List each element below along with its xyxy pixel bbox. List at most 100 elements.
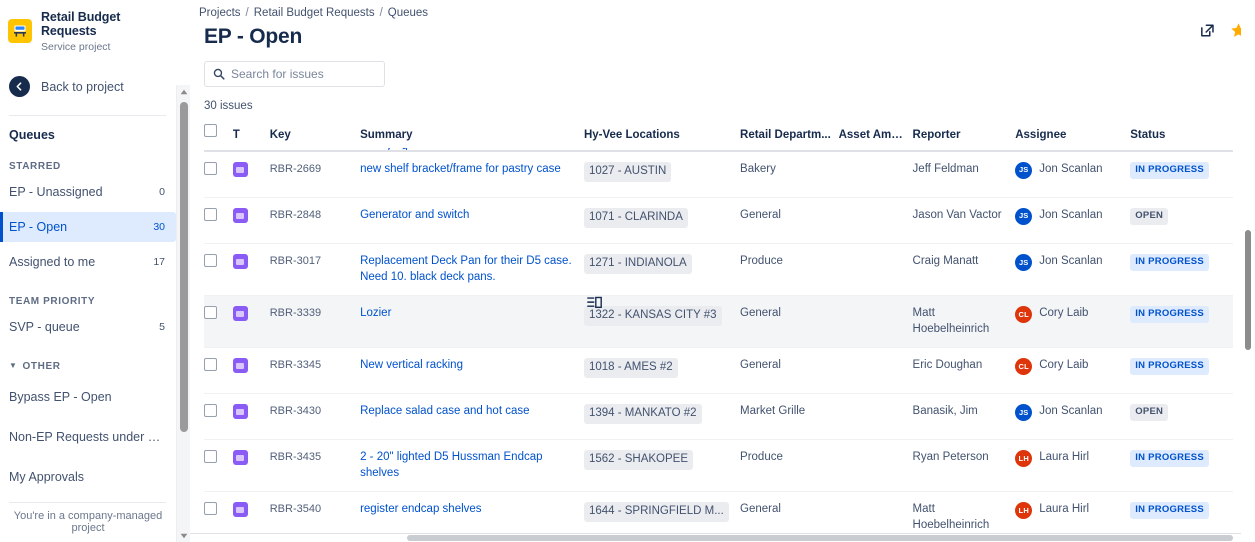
project-header[interactable]: Retail Budget Requests Service project bbox=[0, 0, 176, 53]
row-summary-cell: Replacement Deck Pan for their D5 case. … bbox=[360, 244, 584, 296]
location-pill: 1562 - SHAKOPEE bbox=[584, 450, 693, 470]
sidebar-item-svp-queue[interactable]: SVP - queue 5 bbox=[0, 312, 176, 342]
issue-key[interactable]: RBR-2669 bbox=[270, 163, 321, 175]
issue-summary-link[interactable]: Lozier bbox=[360, 306, 578, 322]
project-meta: Retail Budget Requests Service project bbox=[41, 10, 176, 53]
breadcrumb-projects[interactable]: Projects bbox=[199, 7, 241, 19]
row-type-cell bbox=[233, 394, 270, 440]
row-summary-cell: Replace salad case and hot case bbox=[360, 394, 584, 440]
jira-queue-page: Retail Budget Requests Service project B… bbox=[0, 0, 1255, 542]
issue-summary-link[interactable]: new shelf bracket/frame for pastry case bbox=[360, 162, 578, 178]
vertical-scrollbar[interactable] bbox=[1241, 0, 1255, 542]
status-badge: OPEN bbox=[1130, 208, 1168, 225]
row-checkbox[interactable] bbox=[204, 502, 217, 515]
row-checkbox[interactable] bbox=[204, 358, 217, 371]
row-checkbox[interactable] bbox=[204, 208, 217, 221]
row-reporter-cell: Banasik, Jim bbox=[913, 394, 1016, 440]
column-header-locations[interactable]: Hy-Vee Locations bbox=[584, 124, 740, 151]
sidebar-item-label: EP - Open bbox=[9, 220, 67, 234]
column-header-assignee[interactable]: Assignee bbox=[1015, 124, 1130, 151]
issue-type-icon bbox=[233, 306, 248, 321]
column-header-department[interactable]: Retail Departm... bbox=[740, 124, 839, 151]
row-assignee-cell: JSJon Scanlan bbox=[1015, 244, 1130, 296]
avatar: CL bbox=[1015, 306, 1032, 323]
row-asset-amount-cell bbox=[839, 348, 913, 394]
row-department-cell: Market Grille bbox=[740, 394, 839, 440]
issue-key[interactable]: RBR-3339 bbox=[270, 307, 321, 319]
column-header-reporter[interactable]: Reporter bbox=[913, 124, 1016, 151]
column-header-status[interactable]: Status bbox=[1130, 124, 1233, 151]
row-status-cell: IN PROGRESS bbox=[1130, 244, 1233, 296]
detail-view-toggle-icon[interactable] bbox=[587, 296, 602, 309]
issue-key[interactable]: RBR-3435 bbox=[270, 451, 321, 463]
table-row[interactable]: RBR-2848Generator and switch1071 - CLARI… bbox=[204, 198, 1233, 244]
location-pill: 1271 - INDIANOLA bbox=[584, 254, 692, 274]
main-content: Projects / Retail Budget Requests / Queu… bbox=[190, 0, 1255, 542]
row-summary-cell: new shelf bracket/frame for pastry case bbox=[360, 151, 584, 198]
assignee-name: Cory Laib bbox=[1039, 358, 1088, 374]
table-row[interactable]: RBR-3430Replace salad case and hot case1… bbox=[204, 394, 1233, 440]
sidebar-scrollbar[interactable] bbox=[176, 85, 190, 542]
row-reporter-cell: Ryan Peterson bbox=[913, 440, 1016, 492]
sidebar-item-label: Bypass EP - Open bbox=[9, 390, 112, 404]
column-header-type[interactable]: T bbox=[233, 124, 270, 151]
table-row[interactable]: RBR-3339Lozier1322 - KANSAS CITY #3Gener… bbox=[204, 296, 1233, 348]
back-to-project-button[interactable]: Back to project bbox=[0, 72, 176, 102]
sidebar-scrollbar-thumb[interactable] bbox=[180, 102, 188, 432]
row-status-cell: IN PROGRESS bbox=[1130, 151, 1233, 198]
row-checkbox[interactable] bbox=[204, 162, 217, 175]
assignee-name: Jon Scanlan bbox=[1039, 404, 1102, 420]
open-in-new-tab-icon[interactable] bbox=[1199, 22, 1216, 39]
search-input[interactable]: Search for issues bbox=[204, 61, 385, 87]
breadcrumb-queues[interactable]: Queues bbox=[388, 7, 428, 19]
sidebar-item-my-approvals[interactable]: My Approvals bbox=[0, 462, 176, 492]
issue-summary-link[interactable]: register endcap shelves bbox=[360, 502, 578, 518]
table-bottom-rule bbox=[190, 533, 1241, 534]
avatar: JS bbox=[1015, 404, 1032, 421]
sidebar-item-ep-open[interactable]: EP - Open 30 bbox=[0, 212, 176, 242]
sidebar-item-label: SVP - queue bbox=[9, 320, 80, 334]
issue-summary-link[interactable]: Replacement Deck Pan for their D5 case. … bbox=[360, 254, 578, 285]
issue-summary-link[interactable]: Generator and switch bbox=[360, 208, 578, 224]
row-assignee-cell: JSJon Scanlan bbox=[1015, 151, 1130, 198]
issue-summary-link[interactable]: 2 - 20" lighted D5 Hussman Endcap shelve… bbox=[360, 450, 578, 481]
select-all-checkbox[interactable] bbox=[204, 124, 217, 137]
row-type-cell bbox=[233, 151, 270, 198]
issue-key[interactable]: RBR-3017 bbox=[270, 255, 321, 267]
horizontal-scrollbar-thumb[interactable] bbox=[407, 535, 1233, 541]
column-header-asset-amount[interactable]: Asset Amo... bbox=[839, 124, 913, 151]
column-header-key[interactable]: Key bbox=[270, 124, 360, 151]
sidebar-item-non-ep-requests[interactable]: Non-EP Requests under $10... bbox=[0, 422, 176, 452]
horizontal-scrollbar[interactable] bbox=[407, 535, 1233, 542]
table-row[interactable]: RBR-2669 new shelf bracket/frame for past… bbox=[204, 151, 1233, 198]
status-badge: OPEN bbox=[1130, 404, 1168, 421]
issue-summary-link[interactable]: Replace salad case and hot case bbox=[360, 404, 578, 420]
table-row[interactable]: RBR-3345New vertical racking1018 - AMES … bbox=[204, 348, 1233, 394]
issue-key[interactable]: RBR-3430 bbox=[270, 405, 321, 417]
issue-key[interactable]: RBR-3345 bbox=[270, 359, 321, 371]
table-row[interactable]: RBR-3435 2 - 20" lighted D5 Hussman Endca… bbox=[204, 440, 1233, 492]
table-row[interactable]: RBR-3017 Replacement Deck Pan for their D… bbox=[204, 244, 1233, 296]
row-checkbox[interactable] bbox=[204, 450, 217, 463]
row-reporter-cell: Craig Manatt bbox=[913, 244, 1016, 296]
issue-key[interactable]: RBR-3540 bbox=[270, 503, 321, 515]
back-arrow-icon bbox=[9, 76, 30, 97]
breadcrumb: Projects / Retail Budget Requests / Queu… bbox=[190, 0, 1255, 19]
scroll-down-arrow-icon[interactable] bbox=[177, 529, 191, 542]
sidebar-item-ep-unassigned[interactable]: EP - Unassigned 0 bbox=[0, 177, 176, 207]
column-header-summary[interactable]: Summary bbox=[360, 124, 584, 151]
row-checkbox[interactable] bbox=[204, 254, 217, 267]
issue-summary-link[interactable]: New vertical racking bbox=[360, 358, 578, 374]
row-checkbox[interactable] bbox=[204, 404, 217, 417]
row-select-cell bbox=[204, 394, 233, 440]
sidebar-section-other[interactable]: ▼ OTHER bbox=[0, 361, 176, 372]
breadcrumb-project[interactable]: Retail Budget Requests bbox=[254, 7, 375, 19]
row-checkbox[interactable] bbox=[204, 306, 217, 319]
sidebar-item-assigned-to-me[interactable]: Assigned to me 17 bbox=[0, 247, 176, 277]
vertical-scrollbar-thumb[interactable] bbox=[1245, 230, 1251, 350]
issue-key[interactable]: RBR-2848 bbox=[270, 209, 321, 221]
row-select-cell bbox=[204, 151, 233, 198]
search-wrapper: Search for issues bbox=[190, 49, 1255, 87]
sidebar-item-bypass-ep-open[interactable]: Bypass EP - Open bbox=[0, 382, 176, 412]
scroll-up-arrow-icon[interactable] bbox=[177, 85, 191, 98]
